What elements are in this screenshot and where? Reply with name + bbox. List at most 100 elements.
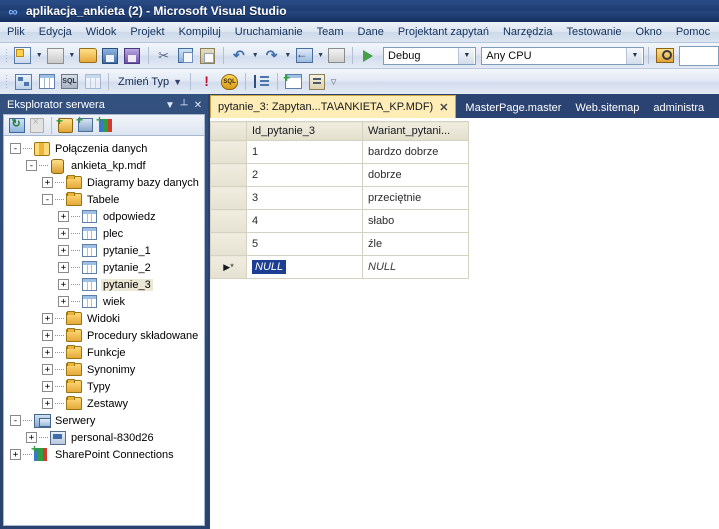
add-new-derived-table-button[interactable] bbox=[306, 71, 327, 92]
document-tab-2[interactable]: Web.sitemap bbox=[568, 97, 646, 118]
expand-icon[interactable]: + bbox=[42, 313, 53, 324]
navigate-forward-button[interactable] bbox=[327, 45, 347, 66]
grid-cell[interactable]: dobrze bbox=[362, 163, 469, 187]
expand-icon[interactable]: + bbox=[58, 211, 69, 222]
tree-node-procedury-sk-adowane[interactable]: + Procedury składowane bbox=[4, 327, 204, 344]
expand-icon[interactable]: + bbox=[42, 347, 53, 358]
connect-to-server-button[interactable] bbox=[76, 113, 95, 134]
menu-item-team[interactable]: Team bbox=[310, 24, 351, 40]
grid-row[interactable]: 5 źle bbox=[210, 232, 469, 256]
tree-node-odpowiedz[interactable]: + odpowiedz bbox=[4, 208, 204, 225]
menu-item-edycja[interactable]: Edycja bbox=[32, 24, 79, 40]
grid-cell[interactable]: 1 bbox=[246, 140, 363, 164]
find-in-files-button[interactable] bbox=[654, 45, 674, 66]
open-file-button[interactable] bbox=[78, 45, 98, 66]
menu-item-dane[interactable]: Dane bbox=[351, 24, 391, 40]
menu-item-projektant-zapytan[interactable]: Projektant zapytań bbox=[391, 24, 496, 40]
tree-node-pytanie_1[interactable]: + pytanie_1 bbox=[4, 242, 204, 259]
grid-cell[interactable]: 2 bbox=[246, 163, 363, 187]
show-criteria-pane-button[interactable] bbox=[36, 71, 57, 92]
menu-item-widok[interactable]: Widok bbox=[79, 24, 124, 40]
document-tab-3[interactable]: administra bbox=[646, 97, 711, 118]
tree-node-sharepoint-connections[interactable]: + SharePoint Connections bbox=[4, 442, 204, 463]
expand-icon[interactable]: + bbox=[58, 262, 69, 273]
navigate-backward-dropdown[interactable]: ▼ bbox=[315, 45, 326, 66]
cut-button[interactable]: ✂ bbox=[154, 45, 174, 66]
redo-button[interactable]: ↷ bbox=[262, 45, 282, 66]
tree-node-po-czenia-danych[interactable]: - Połączenia danych bbox=[4, 140, 204, 157]
find-input[interactable] bbox=[678, 45, 719, 66]
navigate-backward-button[interactable] bbox=[294, 45, 314, 66]
expand-icon[interactable]: + bbox=[42, 364, 53, 375]
results-data-grid[interactable]: Id_pytanie_3 Wariant_pytani... 1 bardzo dob… bbox=[210, 121, 469, 279]
grid-cell[interactable]: 5 bbox=[246, 232, 363, 256]
toolbar-overflow-icon[interactable]: ▽ bbox=[328, 71, 339, 92]
start-debugging-button[interactable] bbox=[358, 45, 378, 66]
grid-new-row-marker[interactable]: ▶* bbox=[210, 255, 247, 279]
save-button[interactable] bbox=[100, 45, 120, 66]
expand-icon[interactable]: + bbox=[42, 381, 53, 392]
change-type-button[interactable]: Zmień Typ ▼ bbox=[113, 74, 186, 90]
configuration-combo[interactable]: Debug ▼ bbox=[383, 46, 477, 65]
collapse-icon[interactable]: - bbox=[10, 143, 21, 154]
tree-node-plec[interactable]: + plec bbox=[4, 225, 204, 242]
grid-row[interactable]: ▶* NULL NULL bbox=[210, 255, 469, 279]
menu-item-uruchamianie[interactable]: Uruchamianie bbox=[228, 24, 310, 40]
grid-row-header[interactable] bbox=[210, 163, 247, 187]
new-web-site-button[interactable] bbox=[46, 45, 66, 66]
redo-dropdown[interactable]: ▼ bbox=[283, 45, 294, 66]
grid-row[interactable]: 1 bardzo dobrze bbox=[210, 140, 469, 164]
add-sharepoint-connection-button[interactable] bbox=[96, 113, 115, 134]
expand-icon[interactable]: + bbox=[42, 330, 53, 341]
expand-icon[interactable]: + bbox=[58, 228, 69, 239]
server-explorer-tree[interactable]: - Połączenia danych - ankieta_kp.mdf + Diagra… bbox=[3, 135, 205, 526]
grid-column-header[interactable]: Id_pytanie_3 bbox=[246, 121, 363, 141]
verify-sql-syntax-button[interactable]: SQL bbox=[219, 71, 240, 92]
tree-node-funkcje[interactable]: + Funkcje bbox=[4, 344, 204, 361]
new-project-dropdown[interactable]: ▼ bbox=[34, 45, 45, 66]
expand-icon[interactable]: + bbox=[42, 177, 53, 188]
tree-node-zestawy[interactable]: + Zestawy bbox=[4, 395, 204, 412]
tree-node-wiek[interactable]: + wiek bbox=[4, 293, 204, 310]
grid-row-header[interactable] bbox=[210, 209, 247, 233]
new-web-site-dropdown[interactable]: ▼ bbox=[67, 45, 78, 66]
grid-cell[interactable]: 3 bbox=[246, 186, 363, 210]
undo-dropdown[interactable]: ▼ bbox=[250, 45, 261, 66]
menu-item-pomoc[interactable]: Pomoc bbox=[669, 24, 717, 40]
toolbar-grip[interactable] bbox=[5, 47, 9, 64]
tree-node-diagramy-bazy-danych[interactable]: + Diagramy bazy danych bbox=[4, 174, 204, 191]
grid-cell[interactable]: słabo bbox=[362, 209, 469, 233]
tree-node-pytanie_2[interactable]: + pytanie_2 bbox=[4, 259, 204, 276]
document-tab-1[interactable]: MasterPage.master bbox=[458, 97, 568, 118]
tree-node-synonimy[interactable]: + Synonimy bbox=[4, 361, 204, 378]
grid-cell[interactable]: przeciętnie bbox=[362, 186, 469, 210]
grid-row-header[interactable] bbox=[210, 140, 247, 164]
paste-button[interactable] bbox=[198, 45, 218, 66]
tree-node-ankieta_kp-mdf[interactable]: - ankieta_kp.mdf bbox=[4, 157, 204, 174]
connect-to-database-button[interactable] bbox=[56, 114, 75, 134]
grid-cell[interactable]: NULL bbox=[362, 255, 469, 279]
refresh-button[interactable] bbox=[7, 116, 26, 134]
collapse-icon[interactable]: - bbox=[10, 415, 21, 426]
chevron-down-icon[interactable]: ▼ bbox=[626, 47, 643, 64]
grid-cell[interactable]: 4 bbox=[246, 209, 363, 233]
close-icon[interactable]: ✕ bbox=[191, 98, 205, 112]
chevron-down-icon[interactable]: ▼ bbox=[163, 98, 177, 112]
menu-item-okno[interactable]: Okno bbox=[629, 24, 669, 40]
menu-item-narzedzia[interactable]: Narzędzia bbox=[496, 24, 560, 40]
save-all-button[interactable] bbox=[122, 45, 142, 66]
expand-icon[interactable]: + bbox=[42, 398, 53, 409]
grid-column-header[interactable]: Wariant_pytani... bbox=[362, 121, 469, 141]
toolbar-grip[interactable] bbox=[5, 73, 9, 90]
chevron-down-icon[interactable]: ▼ bbox=[458, 47, 475, 64]
collapse-icon[interactable]: - bbox=[42, 194, 53, 205]
undo-button[interactable]: ↶ bbox=[229, 45, 249, 66]
grid-cell[interactable]: bardzo dobrze bbox=[362, 140, 469, 164]
expand-icon[interactable]: + bbox=[10, 449, 21, 460]
new-project-button[interactable] bbox=[13, 45, 33, 66]
grid-row-header[interactable] bbox=[210, 232, 247, 256]
expand-icon[interactable]: + bbox=[58, 279, 69, 290]
grid-row[interactable]: 4 słabo bbox=[210, 209, 469, 233]
tree-node-serwery[interactable]: - Serwery bbox=[4, 412, 204, 429]
chevron-down-icon[interactable]: ▼ bbox=[173, 77, 182, 87]
